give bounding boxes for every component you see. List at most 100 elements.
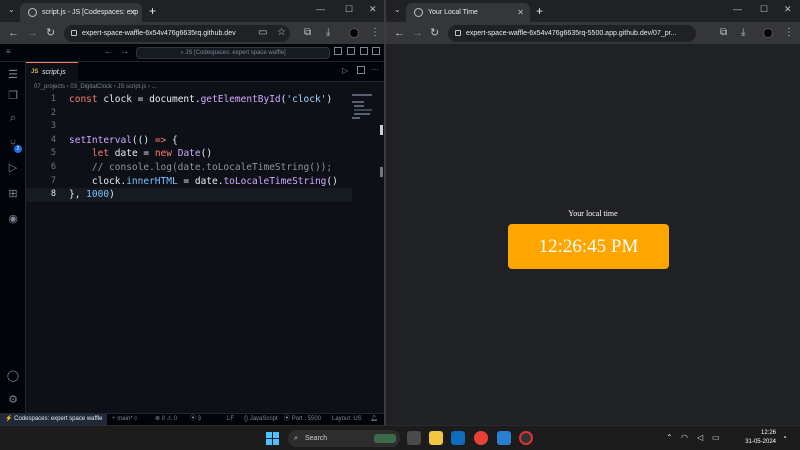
- taskbar-search[interactable]: ⌕ Search: [288, 430, 400, 447]
- tab-search-icon[interactable]: ⌄: [8, 5, 15, 14]
- minimize-icon[interactable]: —: [733, 4, 742, 14]
- line-content: let date = new Date(): [91, 148, 213, 160]
- profile-avatar[interactable]: [349, 28, 359, 38]
- search-icon: ⌕: [294, 435, 298, 442]
- scrollbar-marker: [380, 125, 383, 135]
- battery-icon[interactable]: ▭: [712, 432, 720, 444]
- keyboard-layout-status[interactable]: Layout: US: [332, 414, 362, 425]
- maximize-icon[interactable]: ☐: [760, 4, 768, 15]
- code-line[interactable]: 4 setInterval(() => {: [26, 134, 376, 148]
- extensions-icon[interactable]: ⊞: [6, 187, 20, 201]
- browser-toolbar: ← → ↻ expert-space-waffle-6x54v476g6635r…: [386, 22, 800, 44]
- file-explorer-icon[interactable]: [429, 431, 443, 445]
- editor-tab-script-js[interactable]: JS script.js: [26, 62, 78, 82]
- more-actions-icon[interactable]: ···: [371, 65, 379, 74]
- tab-title: Your Local Time: [428, 9, 478, 16]
- chrome-dev-icon[interactable]: [519, 431, 533, 445]
- run-file-icon[interactable]: ▷: [342, 66, 348, 75]
- new-tab-button[interactable]: +: [149, 3, 156, 19]
- notifications-bell-icon[interactable]: 🔔︎: [370, 414, 378, 425]
- line-number: 1: [50, 94, 56, 104]
- search-icon[interactable]: ⌕: [6, 111, 20, 125]
- address-bar[interactable]: expert-space-waffle-6x54v476g6635rq.gith…: [64, 25, 290, 42]
- reload-icon[interactable]: ↻: [430, 25, 439, 41]
- toggle-panel-icon[interactable]: [347, 47, 355, 55]
- back-icon[interactable]: ←: [8, 25, 19, 41]
- minimize-icon[interactable]: —: [316, 4, 325, 14]
- split-editor-icon[interactable]: [357, 66, 365, 74]
- tab-search-icon[interactable]: ⌄: [394, 5, 401, 14]
- eol-status[interactable]: LF: [227, 414, 234, 425]
- new-tab-button[interactable]: +: [536, 3, 543, 19]
- windows-start-icon[interactable]: [266, 432, 279, 445]
- nav-back-icon[interactable]: ←: [104, 46, 113, 56]
- code-line[interactable]: 2: [26, 107, 376, 121]
- line-number: 3: [50, 121, 56, 132]
- line-number: 8: [50, 189, 56, 200]
- close-tab-icon[interactable]: ✕: [129, 3, 136, 22]
- minimap[interactable]: [352, 93, 376, 123]
- task-view-icon[interactable]: [407, 431, 421, 445]
- code-line[interactable]: 8}, 1000): [26, 188, 376, 202]
- downloads-icon[interactable]: ⤓: [741, 26, 745, 40]
- remote-indicator[interactable]: ⚡ Codespaces: expert space waffle: [0, 414, 108, 425]
- close-window-icon[interactable]: ✕: [369, 4, 377, 15]
- customize-layout-icon[interactable]: [372, 47, 380, 55]
- explorer-menu-icon[interactable]: ☰: [6, 68, 20, 82]
- chrome-icon[interactable]: [474, 431, 488, 445]
- ports-status[interactable]: ⦿ 3: [190, 414, 201, 425]
- show-hidden-icons-icon[interactable]: ⌃: [666, 432, 673, 444]
- forward-icon[interactable]: →: [27, 25, 38, 41]
- volume-icon[interactable]: ◁: [697, 432, 703, 444]
- line-content: setInterval(() => {: [69, 134, 178, 146]
- downloads-icon[interactable]: ⤓: [326, 26, 330, 40]
- maximize-icon[interactable]: ☐: [345, 4, 353, 15]
- bookmark-star-icon[interactable]: ☆: [277, 26, 286, 40]
- system-clock[interactable]: 12:26 31-05-2024: [736, 429, 776, 447]
- site-info-icon[interactable]: [455, 30, 461, 36]
- extensions-icon[interactable]: ⧉: [304, 26, 311, 40]
- close-tab-icon[interactable]: ✕: [517, 3, 524, 22]
- extensions-icon[interactable]: ⧉: [720, 26, 727, 40]
- settings-gear-icon[interactable]: ⚙: [6, 393, 20, 407]
- command-center[interactable]: ⌕ JS [Codespaces: expert space waffle]: [136, 47, 330, 59]
- problems-status[interactable]: ⊗ 0 ⚠ 0: [155, 414, 177, 425]
- github-icon[interactable]: ◉: [6, 212, 20, 226]
- install-app-icon[interactable]: ▭: [258, 26, 267, 40]
- accounts-icon[interactable]: ◯: [6, 369, 20, 383]
- reload-icon[interactable]: ↻: [46, 25, 55, 41]
- tab-script-js[interactable]: script.js - JS [Codespaces: exp ✕: [20, 3, 142, 22]
- branch-status[interactable]: ⑂ main* ⟳: [112, 414, 138, 425]
- code-line[interactable]: 3: [26, 120, 376, 134]
- back-icon[interactable]: ←: [394, 25, 405, 41]
- explorer-icon[interactable]: ❐: [6, 89, 20, 103]
- tab-your-local-time[interactable]: Your Local Time ✕: [406, 3, 530, 22]
- address-bar[interactable]: expert-space-waffle-6x54v476g6635rq-5500…: [448, 25, 696, 42]
- breadcrumb[interactable]: 07_projects › 03_DigitalClock › JS scrip…: [34, 84, 374, 90]
- toggle-secondary-sidebar-icon[interactable]: [360, 47, 368, 55]
- menu-icon[interactable]: ⋮: [370, 26, 380, 40]
- toggle-sidebar-icon[interactable]: [334, 47, 342, 55]
- wifi-icon[interactable]: ◠: [681, 432, 688, 444]
- notifications-icon[interactable]: ◔: [782, 432, 787, 444]
- activity-bar: ☰ ❐ ⌕ ⑂ ▷ ⊞ ◉ ◯ ⚙: [0, 62, 26, 413]
- close-window-icon[interactable]: ✕: [784, 4, 792, 15]
- language-status[interactable]: {} JavaScript: [244, 414, 278, 425]
- mail-icon[interactable]: [451, 431, 465, 445]
- profile-avatar[interactable]: [763, 28, 773, 38]
- code-line[interactable]: 7 clock.innerHTML = date.toLocaleTimeStr…: [26, 175, 376, 189]
- run-debug-icon[interactable]: ▷: [6, 161, 20, 175]
- status-bar: ⚡ Codespaces: expert space waffle ⑂ main…: [0, 413, 384, 425]
- site-info-icon[interactable]: [71, 30, 77, 36]
- line-number: 5: [50, 148, 56, 159]
- vscode-icon[interactable]: [497, 431, 511, 445]
- forward-icon[interactable]: →: [412, 25, 423, 41]
- vscode-menu-icon[interactable]: ≡: [6, 47, 11, 56]
- code-line[interactable]: 5 let date = new Date(): [26, 147, 376, 161]
- port-status[interactable]: ⦿ Port : 5500: [284, 414, 321, 425]
- code-line[interactable]: 6 // console.log(date.toLocaleTimeString…: [26, 161, 376, 175]
- nav-forward-icon[interactable]: →: [120, 46, 129, 56]
- menu-icon[interactable]: ⋮: [784, 26, 794, 40]
- code-line[interactable]: 1 const clock = document.getElementById('…: [26, 93, 376, 107]
- search-highlight-icon: [374, 434, 396, 443]
